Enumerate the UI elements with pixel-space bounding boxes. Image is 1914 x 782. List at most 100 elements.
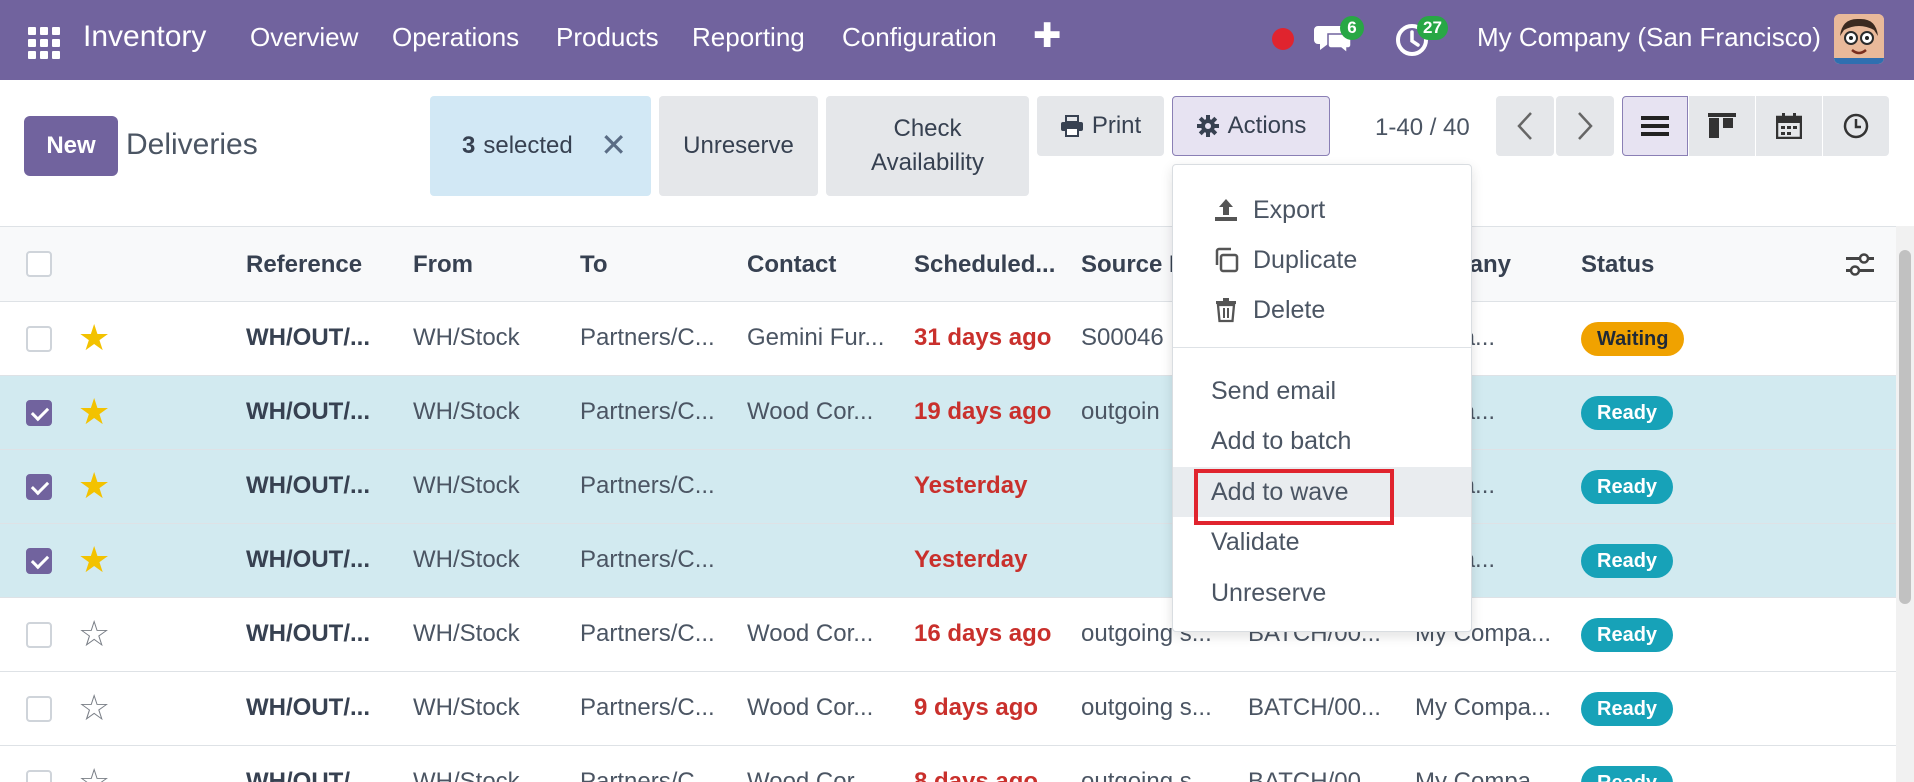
app-name[interactable]: Inventory (83, 20, 206, 54)
column-scheduled[interactable]: Scheduled... (914, 251, 1055, 279)
plus-icon[interactable]: ✚ (1033, 16, 1062, 56)
star-filled-icon[interactable]: ★ (78, 392, 110, 432)
list-view-button[interactable] (1622, 96, 1688, 156)
chevron-right-icon (1578, 112, 1593, 140)
cell-reference: WH/OUT/... (246, 768, 370, 782)
vertical-scrollbar[interactable] (1896, 226, 1914, 782)
optional-columns-icon[interactable] (1846, 253, 1874, 277)
menu-overview[interactable]: Overview (250, 22, 358, 53)
menu-item-unreserve[interactable]: Unreserve (1173, 568, 1471, 618)
pager-value[interactable]: 1-40 / 40 (1375, 114, 1470, 142)
menu-item-add-to-batch[interactable]: Add to batch (1173, 416, 1471, 466)
column-reference[interactable]: Reference (246, 251, 362, 279)
row-checkbox[interactable] (26, 326, 52, 352)
column-status[interactable]: Status (1581, 251, 1654, 279)
calendar-icon (1776, 113, 1802, 139)
star-outline-icon[interactable]: ☆ (78, 762, 110, 782)
cell-from: WH/Stock (413, 472, 520, 499)
selected-label: selected (483, 132, 573, 159)
apps-menu-icon[interactable] (28, 27, 60, 59)
table-row[interactable]: ☆ WH/OUT/... WH/Stock Partners/C... Wood Cor… (0, 672, 1896, 746)
row-checkbox[interactable] (26, 622, 52, 648)
cell-batch: BATCH/00... (1248, 768, 1381, 782)
activity-count-badge: 27 (1417, 16, 1448, 40)
activity-view-button[interactable] (1823, 96, 1889, 156)
table-header: Reference From To Contact Scheduled... S… (0, 226, 1896, 302)
menu-configuration[interactable]: Configuration (842, 22, 997, 53)
cell-scheduled-date: 31 days ago (914, 324, 1052, 351)
row-checkbox[interactable] (26, 400, 52, 426)
cell-contact: Wood Cor... (747, 768, 874, 782)
scrollbar-thumb[interactable] (1899, 250, 1911, 604)
actions-button[interactable]: Actions (1172, 96, 1330, 156)
cell-batch: BATCH/00... (1248, 694, 1381, 721)
star-filled-icon[interactable]: ★ (78, 466, 110, 506)
cell-scheduled-date: 9 days ago (914, 694, 1039, 721)
company-switcher[interactable]: My Company (San Francisco) (1477, 22, 1821, 53)
column-source-document[interactable]: Source D (1081, 251, 1186, 279)
cell-scheduled-date: Yesterday (914, 472, 1028, 499)
cell-source-document: outgoing s... (1081, 694, 1212, 721)
cell-contact: Wood Cor... (747, 620, 874, 647)
menu-item-export[interactable]: Export (1173, 185, 1471, 235)
breadcrumb-title: Deliveries (126, 128, 258, 161)
cell-from: WH/Stock (413, 620, 520, 647)
selection-indicator: 3 selected ✕ (430, 96, 651, 196)
check-availability-button[interactable]: Check Availability (826, 96, 1029, 196)
table-row[interactable]: ★ WH/OUT/... WH/Stock Partners/C... Yesterda… (0, 524, 1896, 598)
table-row[interactable]: ★ WH/OUT/... WH/Stock Partners/C... Wood Cor… (0, 376, 1896, 450)
status-badge: Waiting (1581, 322, 1685, 356)
cell-to: Partners/C... (580, 546, 715, 573)
clear-selection-icon[interactable]: ✕ (600, 126, 627, 164)
status-badge: Ready (1581, 618, 1674, 652)
status-badge: Ready (1581, 470, 1674, 504)
table-row[interactable]: ★ WH/OUT/... WH/Stock Partners/C... Yesterda… (0, 450, 1896, 524)
menu-products[interactable]: Products (556, 22, 659, 53)
check-availability-label-1: Check (893, 115, 962, 143)
menu-reporting[interactable]: Reporting (692, 22, 805, 53)
row-checkbox[interactable] (26, 548, 52, 574)
menu-item-delete[interactable]: Delete (1173, 285, 1471, 335)
column-contact[interactable]: Contact (747, 251, 836, 279)
cell-company: My Compa... (1415, 768, 1552, 782)
kanban-view-button[interactable] (1689, 96, 1755, 156)
cell-scheduled-date: 19 days ago (914, 398, 1052, 425)
gear-icon (1196, 115, 1219, 137)
selected-count: 3 (462, 132, 476, 159)
menu-item-send-email[interactable]: Send email (1173, 366, 1471, 416)
column-to[interactable]: To (580, 251, 608, 279)
row-checkbox[interactable] (26, 696, 52, 722)
calendar-view-button[interactable] (1756, 96, 1822, 156)
cell-contact: Gemini Fur... (747, 324, 885, 351)
unreserve-button[interactable]: Unreserve (659, 96, 818, 196)
print-button[interactable]: Print (1037, 96, 1164, 156)
menu-item-duplicate[interactable]: Duplicate (1173, 235, 1471, 285)
table-row[interactable]: ★ WH/OUT/... WH/Stock Partners/C... Gemini F… (0, 302, 1896, 376)
new-button[interactable]: New (24, 116, 118, 176)
star-filled-icon[interactable]: ★ (78, 318, 110, 358)
actions-label: Actions (1227, 112, 1307, 140)
cell-scheduled-date: Yesterday (914, 546, 1028, 573)
star-outline-icon[interactable]: ☆ (78, 614, 110, 654)
row-checkbox[interactable] (26, 770, 52, 782)
user-avatar[interactable] (1834, 14, 1884, 64)
column-from[interactable]: From (413, 251, 473, 279)
menu-operations[interactable]: Operations (392, 22, 519, 53)
table-row[interactable]: ☆ WH/OUT/... WH/Stock Partners/C... Wood Cor… (0, 746, 1896, 782)
star-outline-icon[interactable]: ☆ (78, 688, 110, 728)
pager-previous-button[interactable] (1496, 96, 1554, 156)
pager-next-button[interactable] (1556, 96, 1614, 156)
select-all-checkbox[interactable] (26, 251, 52, 277)
cell-to: Partners/C... (580, 694, 715, 721)
cell-reference: WH/OUT/... (246, 620, 370, 647)
kanban-icon (1708, 113, 1736, 138)
copy-icon (1215, 247, 1239, 273)
table-row[interactable]: ☆ WH/OUT/... WH/Stock Partners/C... Wood Cor… (0, 598, 1896, 672)
status-badge: Ready (1581, 544, 1674, 578)
row-checkbox[interactable] (26, 474, 52, 500)
cell-reference: WH/OUT/... (246, 398, 370, 425)
highlight-annotation-box (1194, 469, 1394, 525)
cell-company: My Compa... (1415, 694, 1552, 721)
record-icon[interactable] (1272, 28, 1294, 50)
star-filled-icon[interactable]: ★ (78, 540, 110, 580)
